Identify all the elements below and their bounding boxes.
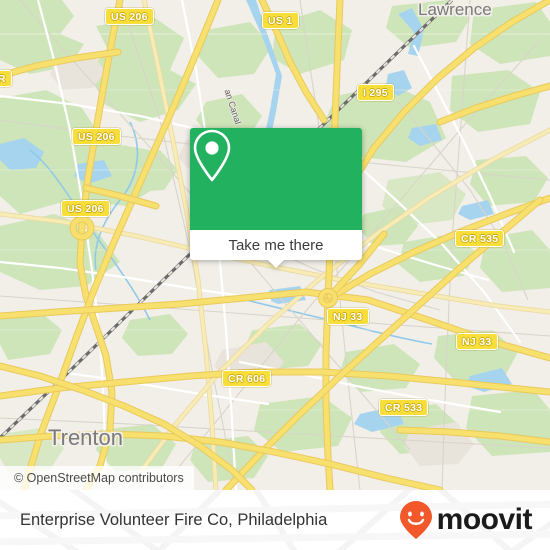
road-shield-label: CR 533 bbox=[385, 401, 423, 414]
road-shield-label: CR 606 bbox=[228, 372, 266, 385]
road-shield-us206-south[interactable]: US 206 bbox=[61, 200, 110, 217]
road-shield-cr535[interactable]: CR 535 bbox=[455, 230, 505, 247]
road-shield-label: US 206 bbox=[78, 130, 115, 143]
map-canvas[interactable]: .park { fill:#cde5b8; } .park2 { fill:#d… bbox=[0, 0, 550, 490]
popup-header bbox=[190, 128, 362, 230]
moovit-logo[interactable]: moovit bbox=[399, 490, 533, 550]
road-shield-cr533[interactable]: CR 533 bbox=[379, 399, 429, 416]
road-shield-us1[interactable]: US 1 bbox=[262, 12, 299, 29]
road-shield-us206-north[interactable]: US 206 bbox=[105, 8, 154, 25]
road-shield-label: US 206 bbox=[111, 10, 148, 23]
road-shield-label: NJ 33 bbox=[333, 310, 363, 323]
road-shield-nj33-east[interactable]: NJ 33 bbox=[456, 333, 498, 350]
map-attribution[interactable]: © OpenStreetMap contributors bbox=[0, 466, 194, 490]
footer-bar: Enterprise Volunteer Fire Co, Philadelph… bbox=[0, 490, 550, 550]
map-pin-icon bbox=[193, 129, 231, 182]
road-shield-label: CR 535 bbox=[461, 232, 499, 245]
road-shield-us206-mid[interactable]: US 206 bbox=[72, 128, 121, 145]
road-shield-label: US 206 bbox=[67, 202, 104, 215]
place-label-trenton: Trenton bbox=[48, 425, 124, 450]
place-title-text: Enterprise Volunteer Fire Co, Philadelph… bbox=[20, 510, 328, 529]
attribution-text: © OpenStreetMap contributors bbox=[14, 471, 184, 485]
moovit-wordmark: moovit bbox=[436, 503, 533, 536]
place-title: Enterprise Volunteer Fire Co, Philadelph… bbox=[20, 490, 327, 550]
road-shield-label: US 1 bbox=[268, 14, 293, 27]
moovit-map-screenshot: .park { fill:#cde5b8; } .park2 { fill:#d… bbox=[0, 0, 550, 550]
take-me-there-button[interactable]: Take me there bbox=[190, 230, 362, 268]
road-shield-edge-clipped[interactable]: CR bbox=[0, 70, 12, 87]
road-shield-cr606[interactable]: CR 606 bbox=[222, 370, 272, 387]
road-shield-label: CR bbox=[0, 72, 6, 85]
place-label-lawrence: Lawrence bbox=[418, 0, 492, 19]
location-popup-card[interactable]: Take me there bbox=[190, 128, 362, 268]
road-shield-nj33-west[interactable]: NJ 33 bbox=[327, 308, 369, 325]
road-shield-i295[interactable]: I 295 bbox=[357, 84, 394, 101]
moovit-smiley-pin-icon bbox=[399, 501, 432, 539]
road-shield-label: I 295 bbox=[363, 86, 388, 99]
road-shield-label: NJ 33 bbox=[462, 335, 492, 348]
take-me-there-label: Take me there bbox=[228, 236, 324, 254]
popup-tail-pointer bbox=[267, 259, 285, 268]
